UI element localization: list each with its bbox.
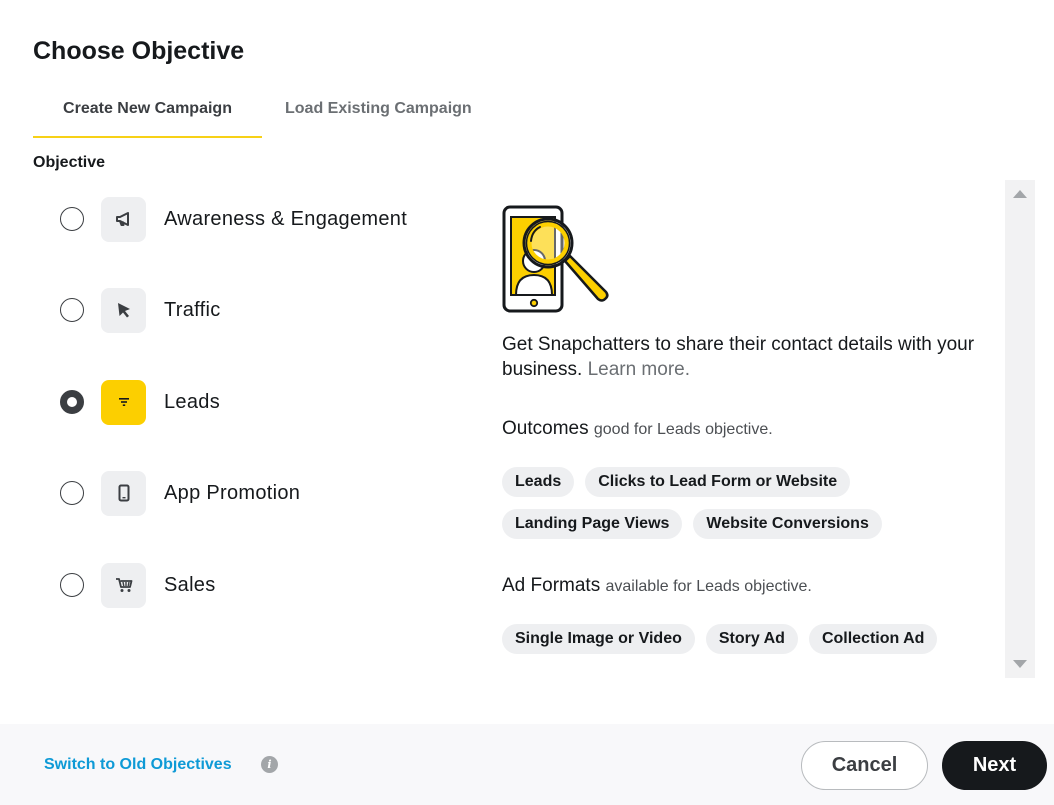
tab-load-existing-campaign[interactable]: Load Existing Campaign	[285, 90, 485, 138]
objective-label: App Promotion	[164, 481, 301, 504]
objective-label: Leads	[164, 390, 220, 413]
shopping-cart-icon	[101, 562, 146, 608]
next-button[interactable]: Next	[942, 741, 1047, 790]
outcome-chip: Clicks to Lead Form or Website	[585, 467, 851, 497]
ad-format-chip: Single Image or Video	[502, 624, 695, 654]
ad-format-chips-row: Single Image or Video Story Ad Collectio…	[502, 624, 938, 654]
cursor-arrow-icon	[101, 287, 146, 333]
objective-awareness-engagement[interactable]: Awareness & Engagement	[60, 195, 450, 243]
tab-create-new-campaign[interactable]: Create New Campaign	[33, 90, 262, 138]
scroll-up-arrow-icon[interactable]	[1013, 190, 1027, 198]
modal-footer: Switch to Old Objectives i Cancel Next	[0, 724, 1054, 805]
learn-more-link[interactable]: Learn more.	[588, 359, 690, 380]
page-title: Choose Objective	[33, 37, 245, 65]
outcomes-subtitle: good for Leads objective.	[593, 421, 773, 438]
outcome-chips-row-2: Landing Page Views Website Conversions	[502, 509, 882, 539]
phone-magnifier-illustration	[502, 205, 612, 317]
outcome-chip: Landing Page Views	[502, 509, 683, 539]
switch-to-old-objectives-link[interactable]: Switch to Old Objectives	[44, 756, 232, 774]
objective-description: Get Snapchatters to share their contact …	[502, 332, 997, 382]
objective-radio[interactable]	[60, 207, 84, 231]
outcomes-heading: Outcomes good for Leads objective.	[502, 418, 773, 440]
objective-label: Sales	[164, 573, 216, 596]
outcome-chip: Leads	[502, 467, 575, 497]
outcome-chip: Website Conversions	[693, 509, 882, 539]
outcome-chips-row-1: Leads Clicks to Lead Form or Website	[502, 467, 851, 497]
smartphone-icon	[101, 470, 146, 516]
objective-label: Awareness & Engagement	[164, 207, 408, 230]
ad-formats-heading: Ad Formats available for Leads objective…	[502, 575, 812, 597]
objective-app-promotion[interactable]: App Promotion	[60, 469, 450, 517]
objective-leads[interactable]: Leads	[60, 378, 450, 426]
ad-formats-title: Ad Formats	[502, 575, 601, 596]
objective-section-label: Objective	[33, 154, 106, 171]
campaign-tabs: Create New Campaign Load Existing Campai…	[33, 90, 513, 138]
filter-icon	[101, 379, 146, 425]
objective-radio-selected[interactable]	[60, 390, 84, 414]
scroll-down-arrow-icon[interactable]	[1013, 660, 1027, 668]
objective-traffic[interactable]: Traffic	[60, 286, 450, 334]
cancel-button[interactable]: Cancel	[801, 741, 928, 790]
megaphone-icon	[101, 196, 146, 242]
description-text: Get Snapchatters to share their contact …	[502, 334, 975, 380]
objective-label: Traffic	[164, 298, 221, 321]
ad-format-chip: Collection Ad	[808, 624, 938, 654]
ad-formats-subtitle: available for Leads objective.	[605, 578, 812, 595]
objective-sales[interactable]: Sales	[60, 561, 450, 609]
outcomes-title: Outcomes	[502, 418, 589, 439]
objective-radio[interactable]	[60, 481, 84, 505]
objective-radio[interactable]	[60, 298, 84, 322]
info-icon[interactable]: i	[261, 756, 278, 773]
objective-radio[interactable]	[60, 573, 84, 597]
ad-format-chip: Story Ad	[705, 624, 798, 654]
detail-scrollbar[interactable]	[1005, 180, 1035, 678]
